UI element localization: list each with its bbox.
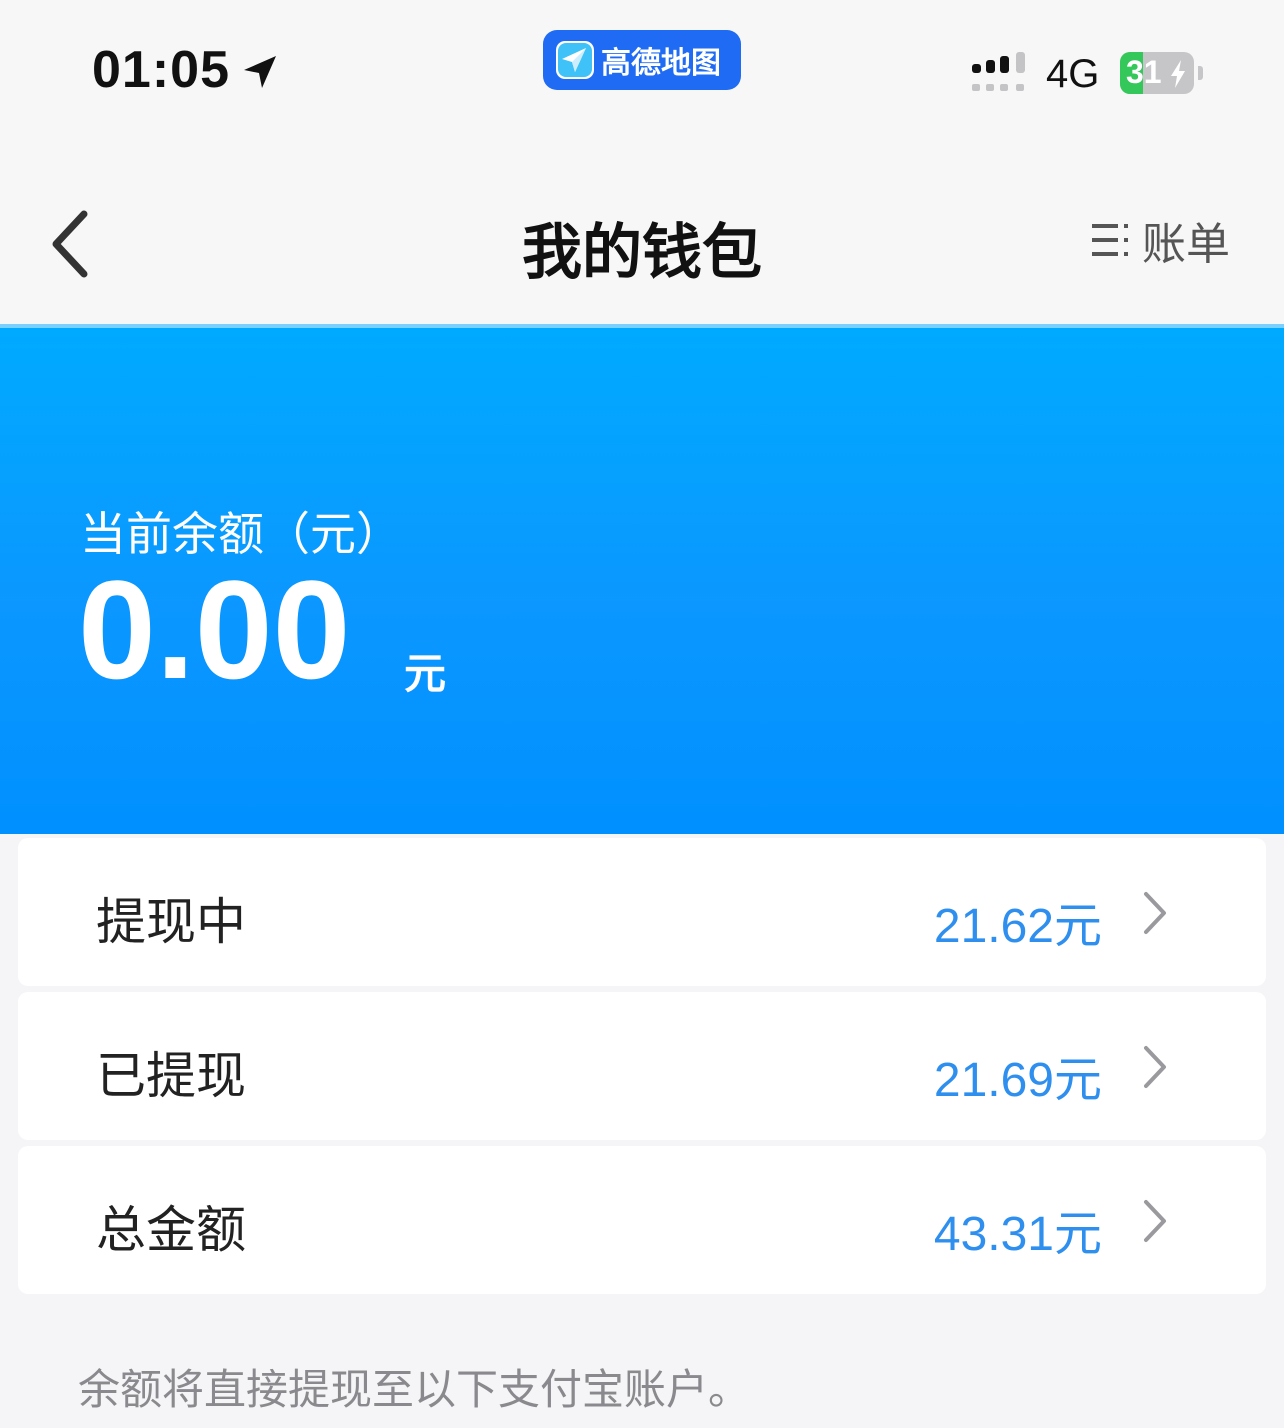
status-time: 01:05 (92, 41, 230, 99)
list-icon (1092, 224, 1128, 256)
row-value: 43.31元 (933, 1208, 1102, 1261)
bill-label: 账单 (1142, 219, 1230, 270)
balance-amount: 0.00 (78, 551, 351, 708)
row-value: 21.69元 (933, 1054, 1102, 1107)
list-item-total[interactable]: 总金额 43.31元 (18, 1146, 1266, 1294)
footer-note: 余额将直接提现至以下支付宝账户。 (78, 1365, 751, 1414)
amap-logo-icon (556, 41, 594, 79)
app-pill-label: 高德地图 (601, 46, 721, 81)
row-value: 21.62元 (933, 900, 1102, 953)
chevron-right-icon (1144, 1046, 1166, 1088)
app-return-pill[interactable]: 高德地图 (543, 30, 741, 90)
chevron-right-icon (1144, 1200, 1166, 1242)
location-arrow-icon (244, 56, 276, 88)
balance-banner: 当前余额（元） 0.00 元 (0, 324, 1284, 834)
bill-button[interactable]: 账单 (1090, 208, 1230, 272)
status-bar: 01:05 高德地图 4G 31 (0, 0, 1284, 140)
list-item-withdrawn[interactable]: 已提现 21.69元 (18, 992, 1266, 1140)
charging-bolt-icon (1171, 60, 1185, 88)
nav-bar: 我的钱包 账单 (0, 140, 1284, 324)
battery-percent: 31 (1126, 54, 1162, 90)
battery-icon: 31 (1120, 52, 1204, 94)
battery-nub (1198, 66, 1203, 80)
signal-icon (972, 52, 1025, 91)
row-label: 已提现 (96, 1047, 246, 1105)
list-item-withdrawing[interactable]: 提现中 21.62元 (18, 838, 1266, 986)
chevron-right-icon (1144, 892, 1166, 934)
balance-unit: 元 (404, 649, 447, 698)
row-label: 提现中 (96, 893, 246, 951)
network-type: 4G (1046, 52, 1100, 96)
row-label: 总金额 (96, 1201, 246, 1259)
